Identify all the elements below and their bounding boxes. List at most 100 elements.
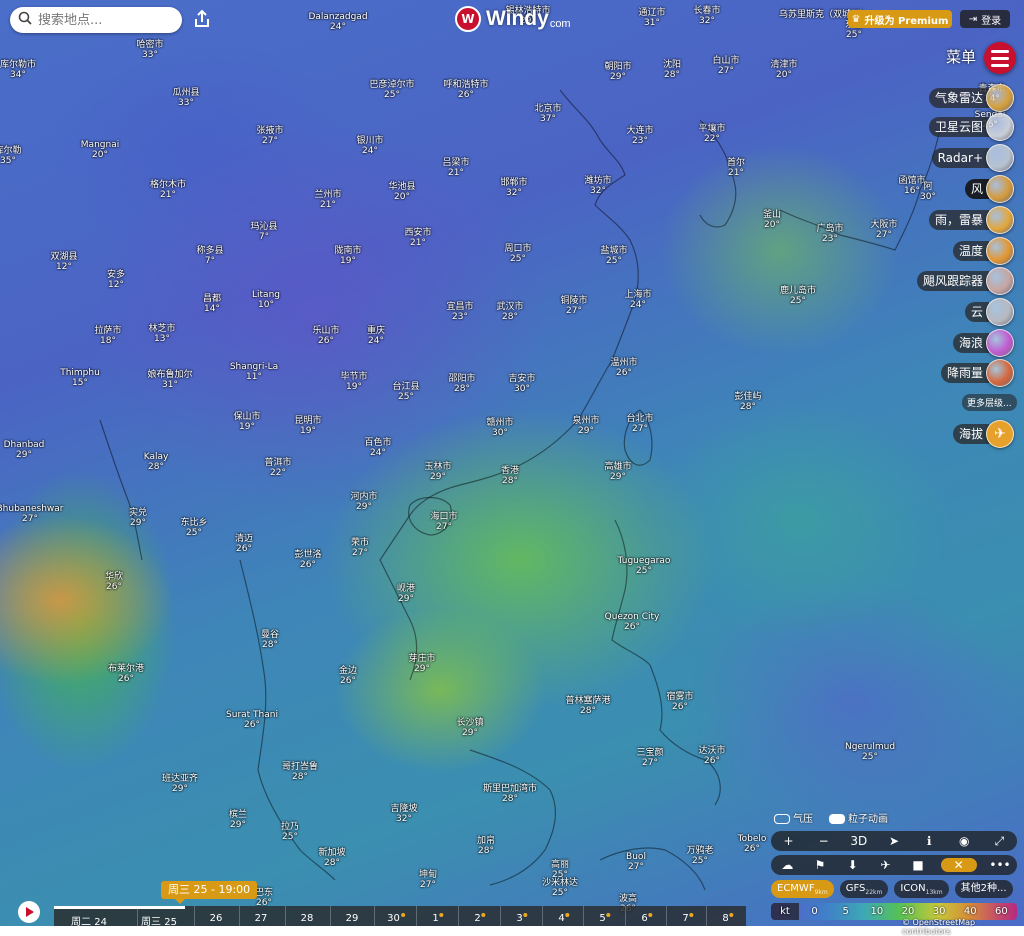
city-label[interactable]: 普林塞萨港 28° <box>565 696 610 716</box>
city-label[interactable]: 大连市 23° <box>626 126 653 146</box>
layer-rain[interactable]: 雨，雷暴 <box>928 206 1014 234</box>
city-label[interactable]: 高雄市 29° <box>604 462 631 482</box>
city-label[interactable]: 拉萨市 18° <box>94 326 121 346</box>
city-label[interactable]: 双湖县 12° <box>50 252 77 272</box>
city-label[interactable]: 泉州市 29° <box>572 416 599 436</box>
weather-icon[interactable]: ☁ <box>777 858 797 872</box>
city-label[interactable]: 广岛市 23° <box>816 224 843 244</box>
city-label[interactable]: 哈密市 33° <box>136 40 163 60</box>
upgrade-premium-button[interactable]: ♛ 升级为 Premium <box>848 10 952 28</box>
city-label[interactable]: Dalanzadgad 24° <box>308 12 367 32</box>
hamburger-menu-button[interactable] <box>984 42 1016 74</box>
city-label[interactable]: 长沙镇 29° <box>456 718 483 738</box>
search-box[interactable] <box>10 7 182 33</box>
city-label[interactable]: 万鸦老 25° <box>686 846 713 866</box>
weather-map[interactable]: Dalanzadgad 24° 锡林浩特市 29° 通辽市 31° 长春市 32° 乌苏里斯克（… <box>0 0 1024 926</box>
fullscreen-icon[interactable]: ⤢ <box>989 834 1009 849</box>
city-label[interactable]: 宿雾市 26° <box>666 692 693 712</box>
layer-radar-plus[interactable]: Radar+ <box>931 144 1014 172</box>
city-label[interactable]: 布莱尔港 26° <box>108 664 144 684</box>
city-label[interactable]: 邵阳市 28° <box>448 374 475 394</box>
city-label[interactable]: 槟兰 29° <box>229 810 247 830</box>
timeline-day[interactable]: 7 <box>682 913 694 924</box>
city-label[interactable]: 宜昌市 23° <box>446 302 473 322</box>
city-label[interactable]: 毕节市 19° <box>340 372 367 392</box>
close-button[interactable]: ✕ <box>940 858 977 872</box>
city-label[interactable]: Litang 10° <box>252 290 280 310</box>
city-label[interactable]: 保山市 19° <box>233 412 260 432</box>
city-label[interactable]: 大阪市 27° <box>870 220 897 240</box>
city-label[interactable]: 林芝市 13° <box>148 324 175 344</box>
globe-icon[interactable]: ◉ <box>954 834 974 848</box>
city-label[interactable]: 重庆 24° <box>367 326 385 346</box>
city-label[interactable]: 沈阳 28° <box>663 60 681 80</box>
layer-rain-accumulation[interactable]: 降雨量 <box>940 359 1014 387</box>
city-label[interactable]: 班达亚齐 29° <box>162 774 198 794</box>
city-label[interactable]: 安多 12° <box>107 270 125 290</box>
share-upload-icon[interactable] <box>192 9 212 29</box>
city-label[interactable]: Quezon City 26° <box>605 612 660 632</box>
city-label[interactable]: 玛沁县 7° <box>250 222 277 242</box>
city-label[interactable]: 海口市 27° <box>430 512 457 532</box>
city-label[interactable]: 陇南市 19° <box>334 246 361 266</box>
city-label[interactable]: 平壤市 22° <box>698 124 725 144</box>
city-label[interactable]: 昆明市 19° <box>294 416 321 436</box>
login-button[interactable]: ⇥ 登录 <box>960 10 1010 28</box>
city-label[interactable]: 实兑 29° <box>129 508 147 528</box>
city-label[interactable]: 呼和浩特市 26° <box>443 80 488 100</box>
current-time-bubble[interactable]: 周三 25 - 19:00 <box>161 881 258 904</box>
city-label[interactable]: 金边 26° <box>339 666 357 686</box>
city-label[interactable]: 格尔木市 21° <box>150 180 186 200</box>
city-label[interactable]: 邯郸市 32° <box>500 178 527 198</box>
timeline-day[interactable]: 28 <box>301 913 314 924</box>
city-label[interactable]: 荣市 27° <box>351 538 369 558</box>
city-label[interactable]: 潍坊市 32° <box>584 176 611 196</box>
model-2-button[interactable]: 其他2种... <box>954 880 1013 898</box>
city-label[interactable]: 台江县 25° <box>392 382 419 402</box>
timeline-day[interactable]: 5 <box>599 913 611 924</box>
city-label[interactable]: 新加坡 28° <box>318 848 345 868</box>
flag-icon[interactable]: ⚑ <box>810 858 830 872</box>
city-label[interactable]: 高丽 25° <box>551 860 569 880</box>
city-label[interactable]: Shangri-La 11° <box>230 362 278 382</box>
city-label[interactable]: 清迈 26° <box>235 534 253 554</box>
city-label[interactable]: 长春市 32° <box>693 6 720 26</box>
city-label[interactable]: 铜陵市 27° <box>560 296 587 316</box>
timeline-day[interactable]: 6 <box>641 913 653 924</box>
city-label[interactable]: 坤甸 27° <box>419 870 437 890</box>
city-label[interactable]: 香港 28° <box>501 466 519 486</box>
3d-button[interactable]: 3D <box>849 834 869 848</box>
city-label[interactable]: 温州市 26° <box>610 358 637 378</box>
zoom-out-button[interactable]: − <box>814 834 834 848</box>
camera-icon[interactable]: ■ <box>908 858 928 872</box>
city-label[interactable]: 首尔 21° <box>727 158 745 178</box>
city-label[interactable]: 白山市 27° <box>712 56 739 76</box>
menu-label[interactable]: 菜单 <box>946 46 976 67</box>
city-label[interactable]: 吉隆坡 32° <box>390 804 417 824</box>
city-label[interactable]: Buol 27° <box>626 852 646 872</box>
layer-hurricane[interactable]: 飓风跟踪器 <box>916 267 1014 295</box>
city-label[interactable]: Surat Thani 26° <box>226 710 278 730</box>
city-label[interactable]: Bhubaneshwar 27° <box>0 504 64 524</box>
play-button[interactable] <box>18 901 40 923</box>
layer-clouds[interactable]: 云 <box>964 298 1014 326</box>
airplane-icon[interactable]: ✈ <box>875 858 895 872</box>
city-label[interactable]: 普洱市 22° <box>264 458 291 478</box>
city-label[interactable]: 哥打峇鲁 28° <box>282 762 318 782</box>
city-label[interactable]: 岘港 29° <box>397 584 415 604</box>
city-label[interactable]: 称多县 7° <box>196 246 223 266</box>
city-label[interactable]: 朝阳市 29° <box>604 62 631 82</box>
city-label[interactable]: 彭佳屿 28° <box>734 392 761 412</box>
city-label[interactable]: 达沃市 26° <box>698 746 725 766</box>
city-label[interactable]: 东比乡 25° <box>180 518 207 538</box>
city-label[interactable]: 周口市 25° <box>504 244 531 264</box>
layer-satellite[interactable]: 卫星云图 <box>928 113 1014 141</box>
zoom-in-button[interactable]: + <box>779 834 799 848</box>
city-label[interactable]: 库尔勒市 34° <box>0 60 36 80</box>
pressure-toggle[interactable]: 气压 <box>774 810 813 825</box>
model-ecmwf-button[interactable]: ECMWF9km <box>771 880 834 898</box>
city-label[interactable]: 巴东 26° <box>255 888 273 908</box>
city-label[interactable]: 华池县 20° <box>388 182 415 202</box>
city-label[interactable]: 吕梁市 21° <box>442 158 469 178</box>
city-label[interactable]: Tuguegarao 25° <box>618 556 671 576</box>
